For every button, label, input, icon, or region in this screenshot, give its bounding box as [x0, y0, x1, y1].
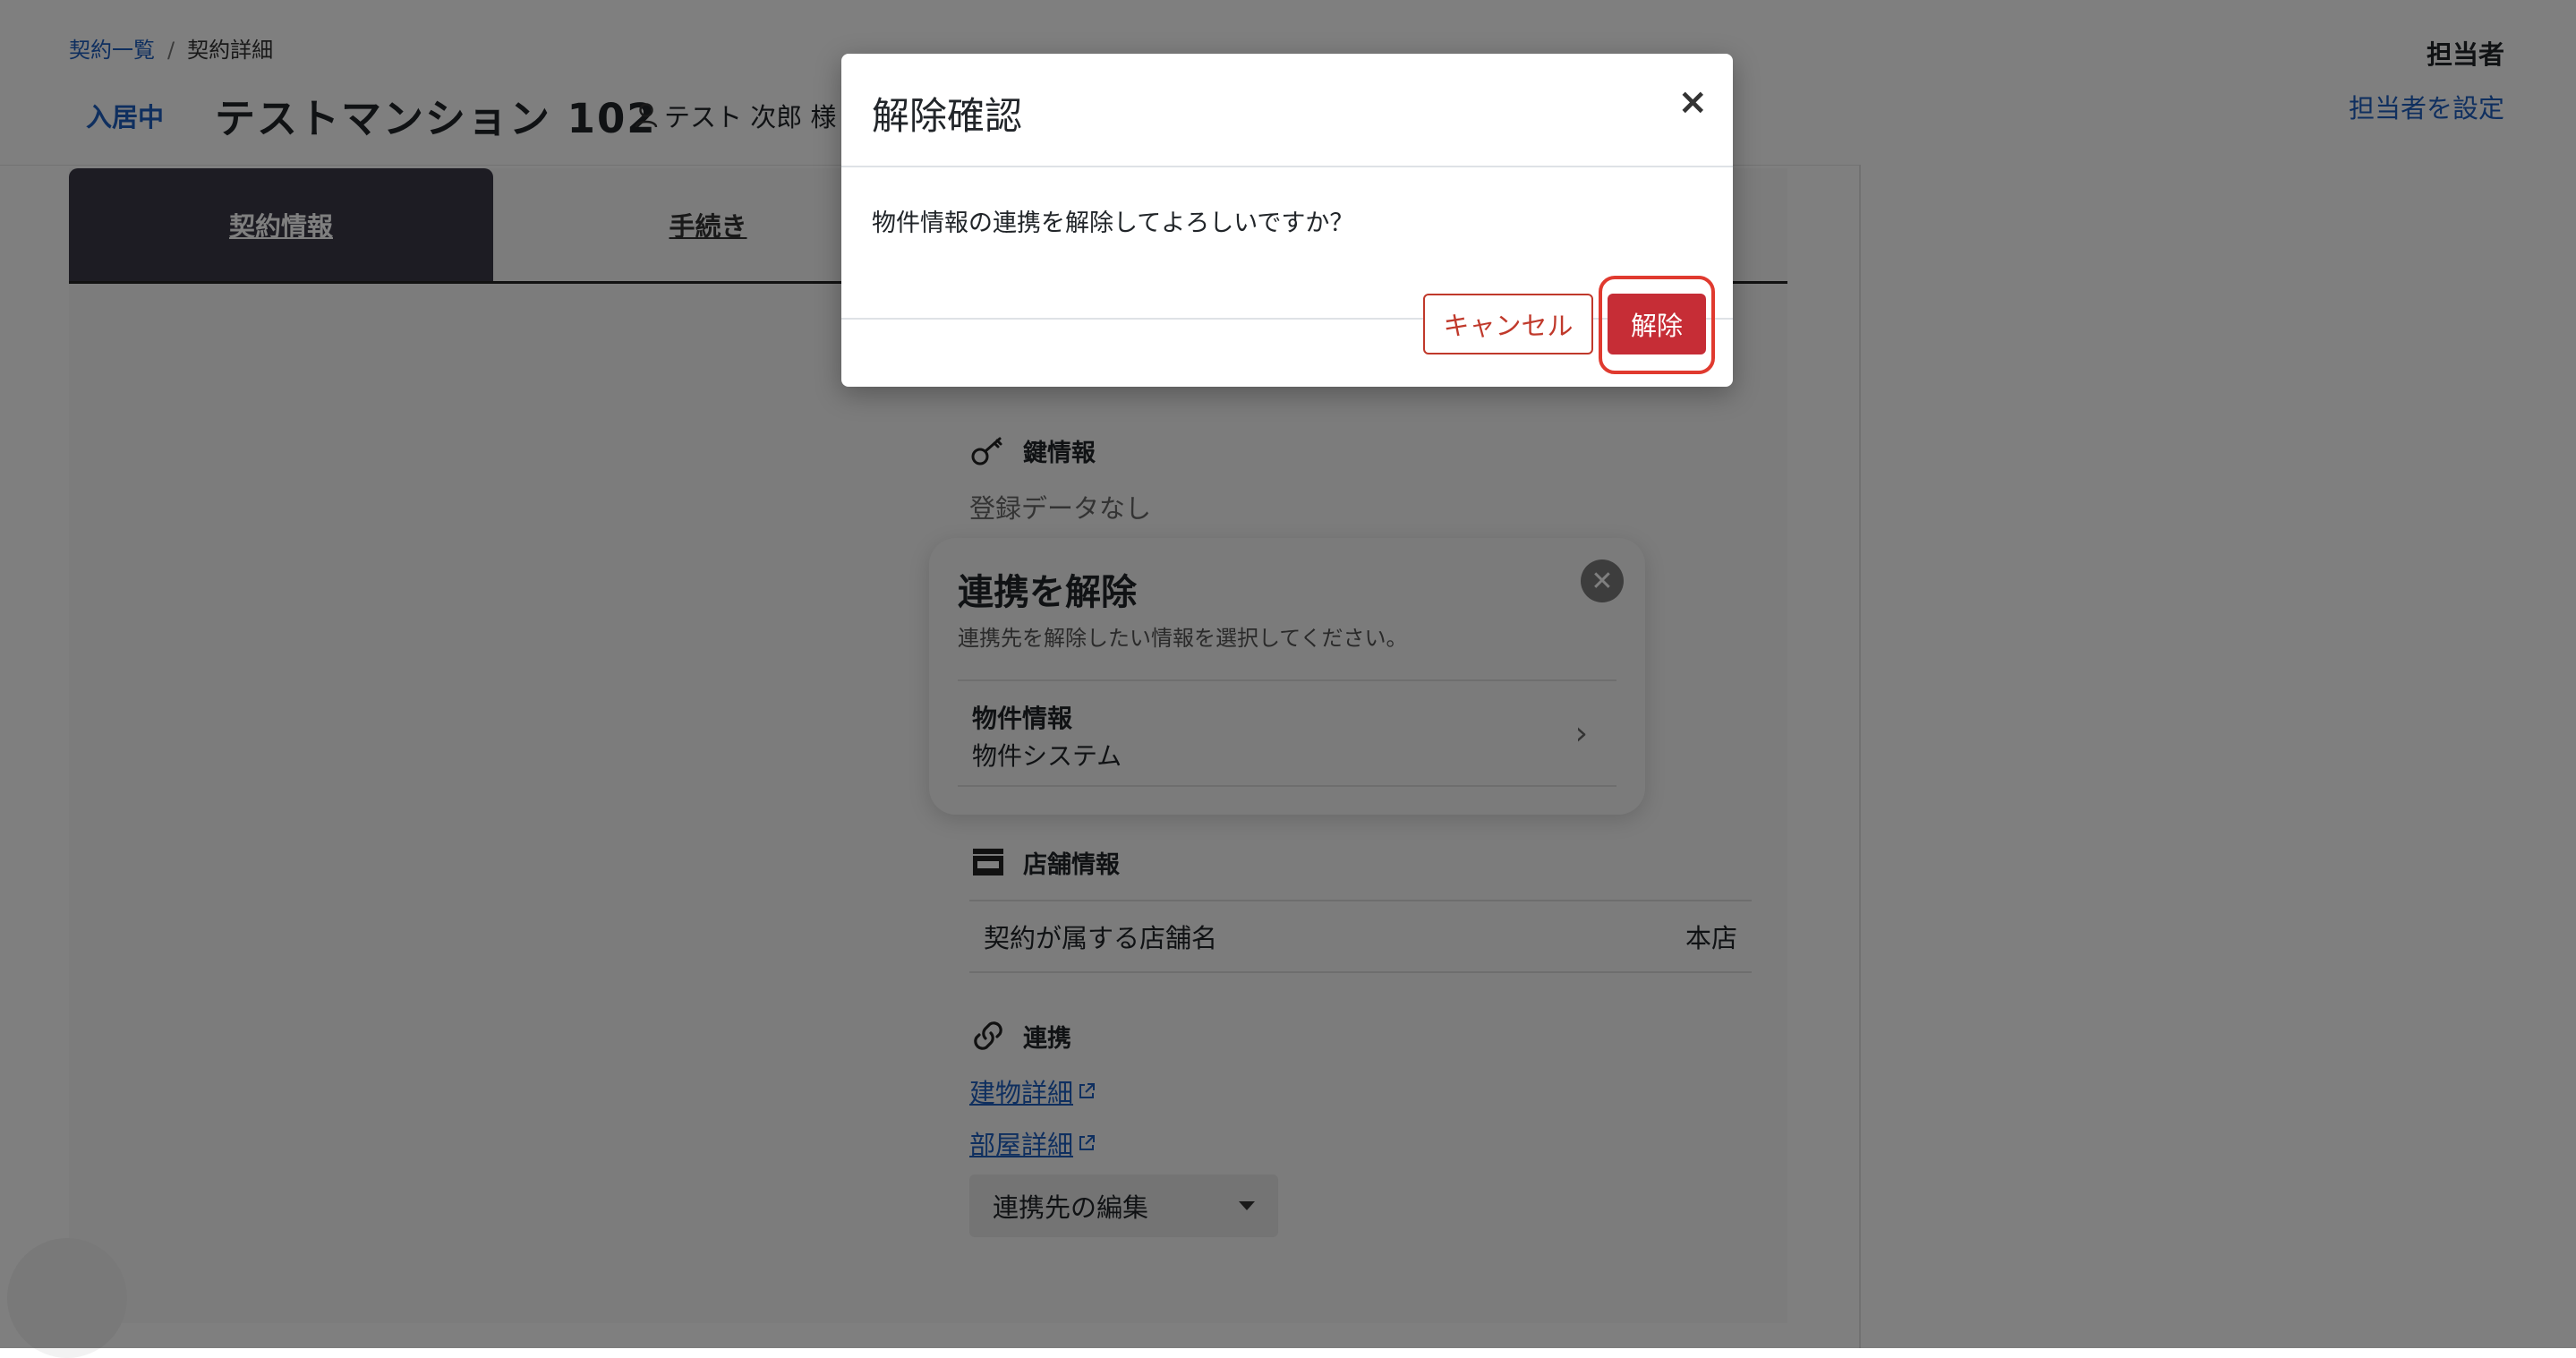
confirm-dialog: 解除確認 × 物件情報の連携を解除してよろしいですか？ キャンセル 解除 [841, 54, 1733, 387]
confirm-unlink-button[interactable]: 解除 [1608, 294, 1706, 354]
cancel-button[interactable]: キャンセル [1423, 294, 1593, 354]
dialog-message: 物件情報の連携を解除してよろしいですか？ [872, 209, 1354, 237]
close-icon[interactable]: × [1677, 84, 1708, 120]
dialog-title: 解除確認 [872, 94, 1023, 138]
dialog-header: 解除確認 × [841, 54, 1733, 167]
